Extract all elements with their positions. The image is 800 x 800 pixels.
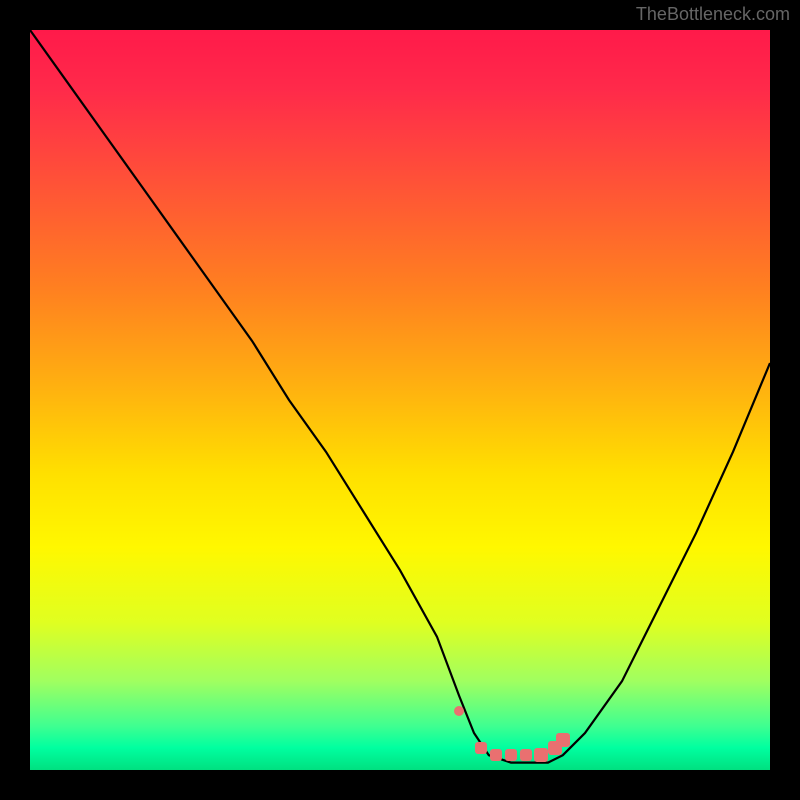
curve-svg: [30, 30, 770, 770]
bottleneck-curve-line: [30, 30, 770, 763]
watermark-text: TheBottleneck.com: [636, 4, 790, 25]
chart-plot-area: [30, 30, 770, 770]
